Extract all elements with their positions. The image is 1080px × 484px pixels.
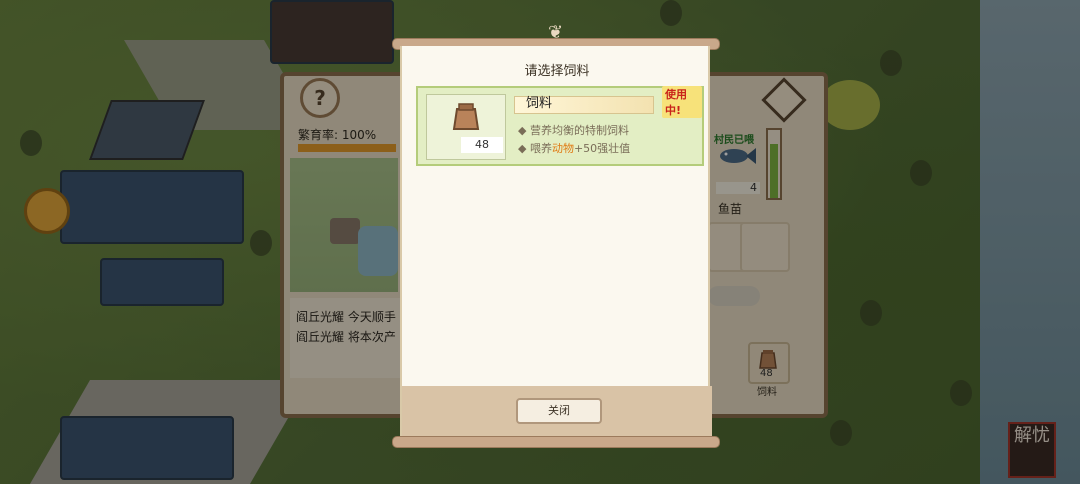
effect-target: 动物	[551, 142, 574, 155]
effect-prefix: 喂养	[529, 142, 552, 155]
in-use-badge: 使用中!	[662, 86, 702, 118]
item-description: ◆ 营养均衡的特制饲料	[518, 124, 629, 137]
feed-sack-icon	[452, 103, 480, 130]
dialog-footer: 关闭	[402, 386, 712, 436]
feed-option-card[interactable]: 48 饲料 ◆ 营养均衡的特制饲料 ◆ 喂养动物+50强壮值 使用中!	[416, 86, 704, 166]
feed-select-dialog: ❦ 请选择饲料 48 饲料 ◆ 营养均衡的特制饲料 ◆ 喂养动物+50强壮值 使…	[392, 22, 720, 448]
item-slot: 48	[426, 94, 506, 160]
effect-suffix: +50强壮值	[573, 142, 631, 155]
description-text: 营养均衡的特制饲料	[529, 124, 629, 137]
close-button[interactable]: 关闭	[516, 398, 602, 424]
dialog-body: 请选择饲料 48 饲料 ◆ 营养均衡的特制饲料 ◆ 喂养动物+50强壮值 使用中…	[400, 46, 712, 438]
item-name: 饲料	[526, 96, 553, 111]
item-count: 48	[461, 137, 503, 153]
item-effect: ◆ 喂养动物+50强壮值	[518, 142, 631, 155]
dialog-title: 请选择饲料	[524, 64, 590, 79]
scroll-rod-bottom	[392, 436, 720, 448]
